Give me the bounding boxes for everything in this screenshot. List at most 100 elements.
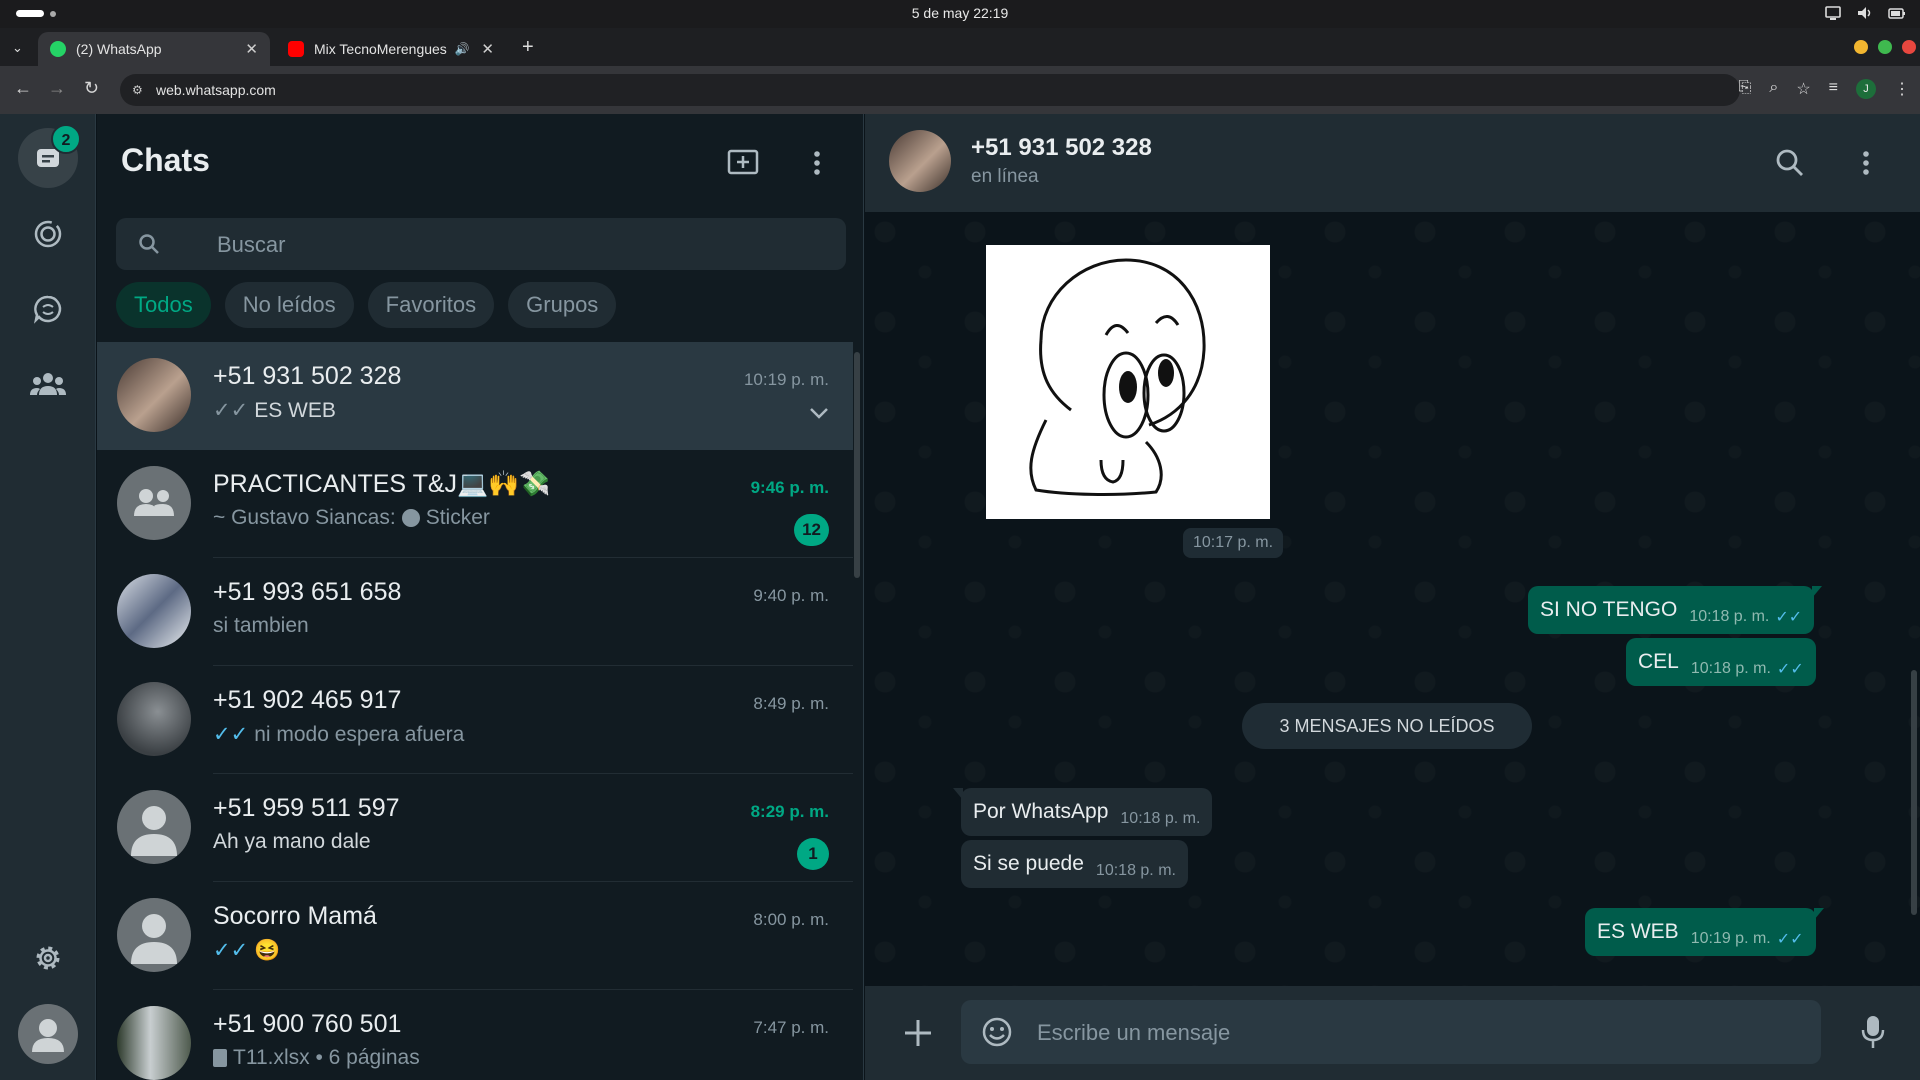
filter-chip-grupos[interactable]: Grupos <box>508 282 617 328</box>
chat-name: +51 931 502 328 <box>213 362 402 390</box>
chat-list-item[interactable]: +51 993 651 658 si tambien 9:40 p. m. <box>97 558 853 666</box>
tab-search-chevron-icon[interactable]: ⌄ <box>12 40 23 56</box>
contact-status: en línea <box>971 166 1039 187</box>
outgoing-message[interactable]: SI NO TENGO 10:18 p. m. ✓✓ <box>1528 586 1823 634</box>
chat-preview: T11.xlsx • 6 páginas <box>213 1046 420 1070</box>
search-in-chat-button[interactable] <box>1775 148 1805 183</box>
double-check-icon: ✓✓ <box>1776 661 1804 678</box>
channels-nav-button[interactable] <box>18 279 78 339</box>
message-meta: 10:18 p. m. ✓✓ <box>1689 607 1802 627</box>
os-clock[interactable]: 5 de may 22:19 <box>0 5 1920 21</box>
message-input-placeholder: Escribe un mensaje <box>1037 1020 1231 1045</box>
new-chat-button[interactable] <box>727 148 759 181</box>
zoom-icon[interactable]: ⌕ <box>1769 79 1778 99</box>
bubble-tail <box>1812 586 1823 598</box>
attach-button[interactable] <box>903 1018 933 1053</box>
chat-time: 9:46 p. m. <box>750 478 829 497</box>
chevron-down-icon[interactable] <box>809 406 829 424</box>
chat-list-item[interactable]: +51 900 760 501 T11.xlsx • 6 páginas 7:4… <box>97 990 853 1080</box>
url-text: web.whatsapp.com <box>156 82 276 98</box>
chat-list-item[interactable]: +51 902 465 917 ✓✓ ni modo espera afuera… <box>97 666 853 774</box>
forward-icon[interactable]: → <box>48 78 66 99</box>
conversation-header[interactable]: +51 931 502 328 en línea <box>865 114 1920 212</box>
settings-nav-button[interactable] <box>18 928 78 988</box>
filter-chip-favoritos[interactable]: Favoritos <box>367 282 495 328</box>
reload-icon[interactable]: ↻ <box>84 78 99 99</box>
bubble-tail <box>1813 908 1824 920</box>
communities-icon <box>30 373 66 395</box>
chat-time: 8:29 p. m. <box>750 802 829 821</box>
search-input[interactable]: Buscar <box>116 218 846 270</box>
page-title: Chats <box>121 142 210 178</box>
message-time: 10:19 p. m. <box>1690 930 1771 947</box>
settings-icon <box>36 946 60 970</box>
volume-icon[interactable] <box>1856 5 1874 21</box>
default-avatar-icon <box>131 914 177 964</box>
tab-youtube[interactable]: Mix TecnoMerengues 🔊 ✕ <box>276 32 506 66</box>
message-text: Por WhatsApp <box>973 800 1109 823</box>
incoming-message[interactable]: Por WhatsApp 10:18 p. m. <box>953 788 1213 836</box>
address-bar[interactable]: ⚙ web.whatsapp.com <box>120 74 1740 106</box>
mic-icon <box>1861 1016 1885 1048</box>
message-area[interactable]: 10:17 p. m. SI NO TENGO 10:18 p. m. ✓✓ C… <box>865 212 1920 986</box>
filter-chip-todos[interactable]: Todos <box>116 282 211 328</box>
back-icon[interactable]: ← <box>14 78 32 99</box>
chat-name: +51 993 651 658 <box>213 578 402 606</box>
emoji-button[interactable] <box>981 1016 1013 1053</box>
app-navigation-rail: 2 <box>0 114 96 1080</box>
chat-list-item[interactable]: Socorro Mamá ✓✓ 😆 8:00 p. m. <box>97 882 853 990</box>
maximize-button[interactable] <box>1878 40 1892 54</box>
search-icon <box>139 234 159 254</box>
tab-close-icon[interactable]: ✕ <box>245 40 258 58</box>
cartoon-sticker-image <box>1029 258 1206 496</box>
system-tray[interactable] <box>1824 5 1906 21</box>
browser-menu-icon[interactable]: ⋮ <box>1894 79 1910 99</box>
communities-nav-button[interactable] <box>18 354 78 414</box>
tab-whatsapp[interactable]: (2) WhatsApp ✕ <box>38 32 270 66</box>
unread-messages-separator: 3 MENSAJES NO LEÍDOS <box>1242 703 1532 749</box>
profile-avatar[interactable]: J <box>1856 79 1876 99</box>
tab-close-icon[interactable]: ✕ <box>481 40 494 58</box>
toolbar-actions: ⎘ ⌕ ☆ ≡ J ⋮ <box>1739 79 1910 99</box>
contact-avatar[interactable] <box>889 130 951 192</box>
chat-preview: ✓✓ 😆 <box>213 938 280 963</box>
message-meta: 10:18 p. m. <box>1096 862 1176 880</box>
incoming-message[interactable]: Si se puede 10:18 p. m. <box>961 840 1188 888</box>
new-tab-button[interactable]: + <box>522 36 534 59</box>
chat-time: 9:40 p. m. <box>753 586 829 605</box>
install-app-icon[interactable]: ⎘ <box>1739 79 1752 99</box>
outgoing-message[interactable]: CEL 10:18 p. m. ✓✓ <box>1626 638 1816 686</box>
conversation-menu-button[interactable] <box>1862 150 1870 181</box>
search-placeholder: Buscar <box>217 232 286 257</box>
contact-avatar <box>117 682 191 756</box>
chat-list-item[interactable]: PRACTICANTES T&J💻🙌💸 ~ Gustavo Siancas: S… <box>97 450 853 558</box>
audio-playing-icon[interactable]: 🔊 <box>455 42 470 56</box>
battery-icon[interactable] <box>1888 5 1906 21</box>
conversation-scrollbar[interactable] <box>1911 670 1917 915</box>
chat-list-item[interactable]: +51 959 511 597 Ah ya mano dale 8:29 p. … <box>97 774 853 882</box>
status-icon <box>34 220 62 248</box>
double-check-icon: ✓✓ <box>213 723 249 746</box>
media-controls-icon[interactable]: ≡ <box>1829 79 1838 99</box>
chat-preview-text: Ah ya mano dale <box>213 830 371 853</box>
close-window-button[interactable] <box>1902 40 1916 54</box>
chat-list-item[interactable]: +51 931 502 328 ✓✓ ES WEB 10:19 p. m. <box>97 342 853 450</box>
outgoing-message[interactable]: ES WEB 10:19 p. m. ✓✓ <box>1585 908 1824 956</box>
chat-preview: Ah ya mano dale <box>213 830 371 854</box>
menu-button[interactable] <box>813 150 821 181</box>
voice-message-button[interactable] <box>1861 1014 1885 1055</box>
minimize-button[interactable] <box>1854 40 1868 54</box>
site-info-icon[interactable]: ⚙ <box>132 83 143 97</box>
bookmark-star-icon[interactable]: ☆ <box>1796 79 1810 99</box>
chat-preview: ✓✓ ni modo espera afuera <box>213 722 464 747</box>
display-icon[interactable] <box>1824 5 1842 21</box>
message-time: 10:18 p. m. <box>1689 608 1770 625</box>
chat-preview-text: ni modo espera afuera <box>254 722 465 746</box>
status-nav-button[interactable] <box>18 204 78 264</box>
message-input[interactable]: Escribe un mensaje <box>961 1000 1821 1064</box>
chat-list-scrollbar[interactable] <box>854 352 860 578</box>
sticker-message[interactable] <box>986 245 1270 519</box>
menu-icon <box>1863 151 1869 175</box>
filter-chip-no-leidos[interactable]: No leídos <box>224 282 354 328</box>
profile-photo-button[interactable] <box>18 1004 78 1064</box>
